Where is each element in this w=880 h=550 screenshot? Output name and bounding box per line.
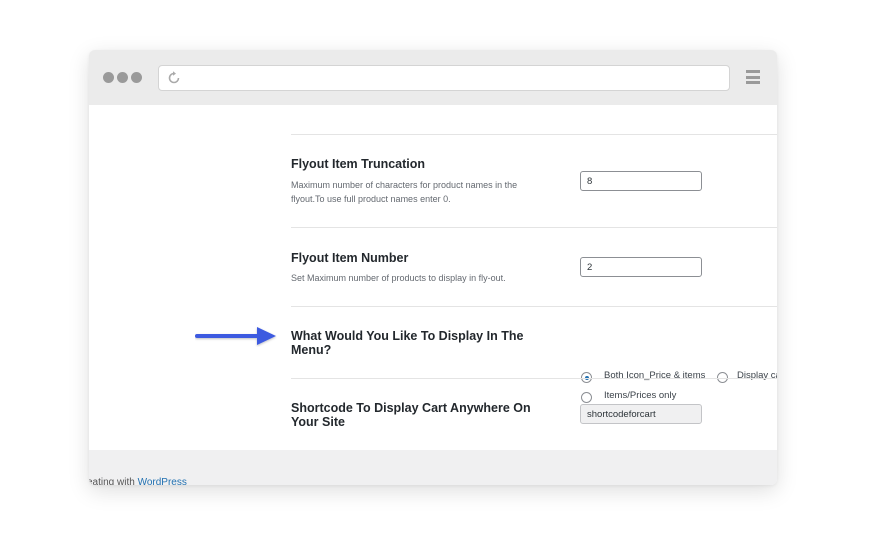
radio-both-label: Both Icon_Price & items <box>604 370 706 381</box>
arrow-annotation-icon <box>195 327 276 345</box>
truncation-desc-line: Maximum number of characters for product… <box>291 180 518 190</box>
item-number-title: Flyout Item Number <box>291 251 409 265</box>
window-dot[interactable] <box>103 72 114 83</box>
address-bar[interactable] <box>158 65 730 91</box>
truncation-desc-line: flyout.To use full product names enter 0… <box>291 194 451 204</box>
hamburger-menu-icon[interactable] <box>746 70 760 84</box>
shortcode-title: Shortcode To Display Cart Anywhere On Yo… <box>291 401 531 429</box>
shortcode-field[interactable]: shortcodeforcart <box>580 404 702 424</box>
item-number-input[interactable]: 2 <box>580 257 702 277</box>
admin-footer: eating with WordPress <box>89 450 777 485</box>
radio-items-prices-label: Items/Prices only <box>604 390 677 401</box>
radio-display-cart-label: Display ca <box>737 370 777 381</box>
divider <box>291 227 777 228</box>
browser-window: Flyout Item Truncation Maximum number of… <box>89 50 777 485</box>
truncation-input[interactable]: 8 <box>580 171 702 191</box>
browser-toolbar <box>89 50 777 105</box>
settings-panel: Flyout Item Truncation Maximum number of… <box>89 105 777 450</box>
divider <box>291 378 777 379</box>
window-dot[interactable] <box>117 72 128 83</box>
shortcode-title-line: Your Site <box>291 415 345 429</box>
display-title-line: What Would You Like To Display In The <box>291 329 524 343</box>
item-number-description: Set Maximum number of products to displa… <box>291 273 506 283</box>
reload-icon[interactable] <box>166 70 182 86</box>
shortcode-title-line: Shortcode To Display Cart Anywhere On <box>291 401 531 415</box>
footer-prefix: eating with <box>89 477 138 485</box>
divider <box>291 306 777 307</box>
window-dot[interactable] <box>131 72 142 83</box>
footer-credit: eating with WordPress <box>89 477 187 485</box>
radio-items-prices[interactable] <box>581 392 592 403</box>
display-title: What Would You Like To Display In The Me… <box>291 329 523 357</box>
wordpress-link[interactable]: WordPress <box>138 477 187 485</box>
divider <box>291 134 777 135</box>
truncation-title: Flyout Item Truncation <box>291 157 426 171</box>
truncation-description: Maximum number of characters for product… <box>291 178 536 206</box>
display-title-line: Menu? <box>291 343 332 357</box>
